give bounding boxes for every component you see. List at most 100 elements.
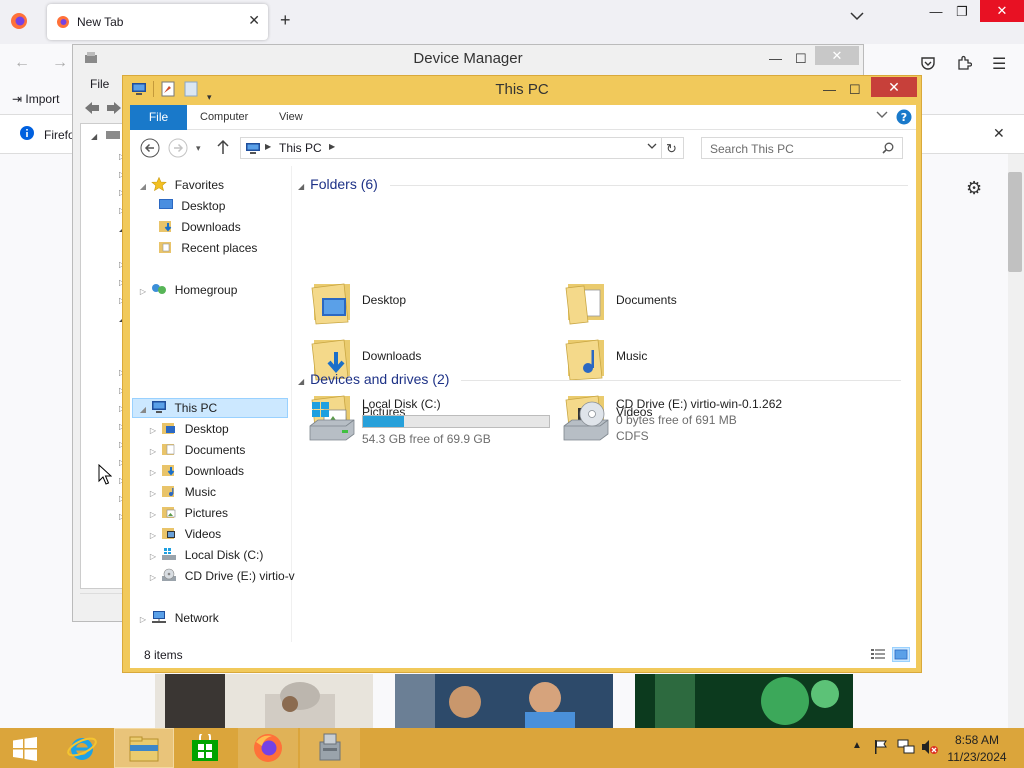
settings-gear-icon[interactable]: ⚙ bbox=[966, 178, 982, 199]
nav-this-pc-local-disk[interactable]: ▷ Local Disk (C:) bbox=[148, 545, 263, 566]
forward-arrow-icon[interactable]: → bbox=[52, 54, 68, 72]
taskbar-firefox[interactable] bbox=[238, 728, 298, 768]
extensions-puzzle-icon[interactable] bbox=[956, 55, 972, 71]
expand-icon[interactable]: ▷ bbox=[148, 525, 158, 546]
dm-close-icon[interactable]: ✕ bbox=[815, 46, 859, 65]
tree-expander[interactable]: ◢ bbox=[91, 132, 97, 141]
new-folder-icon[interactable] bbox=[183, 81, 199, 97]
dm-back-icon[interactable] bbox=[83, 101, 101, 115]
details-view-icon[interactable] bbox=[870, 648, 886, 661]
help-icon[interactable]: ? bbox=[896, 109, 912, 125]
taskbar-internet-explorer[interactable] bbox=[52, 728, 112, 768]
nav-homegroup[interactable]: ▷ Homegroup bbox=[138, 280, 237, 301]
refresh-button[interactable]: ↻ bbox=[662, 137, 684, 159]
ribbon-tab-computer[interactable]: Computer bbox=[200, 111, 248, 123]
back-arrow-icon[interactable]: ← bbox=[14, 54, 30, 72]
breadcrumb-separator-icon[interactable]: ▶ bbox=[265, 142, 271, 151]
expand-icon[interactable]: ▷ bbox=[148, 546, 158, 567]
explorer-close-icon[interactable]: ✕ bbox=[871, 77, 917, 97]
scrollbar-thumb[interactable] bbox=[1008, 172, 1022, 272]
tab-new-tab[interactable]: New Tab ✕ bbox=[47, 4, 268, 40]
dm-maximize-icon[interactable]: ☐ bbox=[795, 45, 807, 73]
story-thumbnail[interactable] bbox=[635, 674, 853, 728]
devices-section-header[interactable]: ◢ Devices and drives (2) bbox=[298, 371, 908, 387]
navigation-pane[interactable]: ◢ Favorites Desktop Downloads Recent pla… bbox=[130, 166, 295, 642]
tab-close-icon[interactable]: ✕ bbox=[248, 12, 260, 29]
drive-tile-local-disk[interactable]: Local Disk (C:) 54.3 GB free of 69.9 GB bbox=[308, 396, 558, 446]
nav-this-pc-music[interactable]: ▷ Music bbox=[148, 482, 216, 503]
up-arrow-icon[interactable] bbox=[216, 139, 230, 155]
taskbar-device-manager[interactable] bbox=[300, 728, 360, 768]
folder-tile-documents[interactable]: Documents bbox=[562, 276, 802, 326]
properties-icon[interactable] bbox=[161, 81, 175, 97]
nav-back-icon[interactable] bbox=[140, 138, 160, 158]
collapse-icon[interactable]: ◢ bbox=[298, 377, 304, 386]
firefox-view-icon[interactable] bbox=[8, 10, 30, 32]
nav-this-pc-pictures[interactable]: ▷ Pictures bbox=[148, 503, 228, 524]
nav-favorites[interactable]: ◢ Favorites bbox=[138, 175, 224, 196]
nav-this-pc-videos[interactable]: ▷ Videos bbox=[148, 524, 221, 545]
drive-tile-cd-drive[interactable]: CD Drive (E:) virtio-win-0.1.262 0 bytes… bbox=[562, 396, 862, 456]
explorer-minimize-icon[interactable]: — bbox=[823, 76, 836, 104]
expand-icon[interactable]: ▷ bbox=[138, 281, 148, 302]
nav-this-pc-desktop[interactable]: ▷ Desktop bbox=[148, 419, 229, 440]
device-manager-title-bar[interactable]: Device Manager — ☐ ✕ bbox=[73, 45, 863, 73]
notification-close-icon[interactable]: ✕ bbox=[993, 125, 1005, 142]
nav-favorites-recent-places[interactable]: Recent places bbox=[158, 238, 257, 259]
ribbon-expand-chevron-icon[interactable] bbox=[876, 111, 888, 119]
breadcrumb-this-pc[interactable]: This PC bbox=[279, 141, 322, 155]
dm-forward-icon[interactable] bbox=[105, 101, 123, 115]
folder-tile-desktop[interactable]: Desktop bbox=[308, 276, 548, 326]
network-status-icon[interactable] bbox=[897, 739, 915, 755]
window-close-icon[interactable]: ✕ bbox=[980, 0, 1024, 22]
dm-menu-file[interactable]: File bbox=[90, 77, 109, 91]
nav-network[interactable]: ▷ Network bbox=[138, 608, 219, 629]
taskbar-file-explorer[interactable] bbox=[114, 728, 174, 768]
expand-icon[interactable]: ▷ bbox=[148, 420, 158, 441]
search-input[interactable]: Search This PC bbox=[701, 137, 903, 159]
nav-favorites-desktop[interactable]: Desktop bbox=[158, 196, 225, 217]
expand-icon[interactable]: ▷ bbox=[138, 609, 148, 630]
expand-icon[interactable]: ▷ bbox=[148, 567, 158, 588]
nav-this-pc-documents[interactable]: ▷ Documents bbox=[148, 440, 245, 461]
action-center-flag-icon[interactable] bbox=[873, 739, 889, 755]
taskbar-clock-time[interactable]: 8:58 AM bbox=[942, 733, 1012, 747]
story-thumbnail[interactable] bbox=[395, 674, 613, 728]
nav-forward-icon[interactable] bbox=[168, 138, 188, 158]
collapse-icon[interactable]: ◢ bbox=[138, 399, 148, 420]
collapse-icon[interactable]: ◢ bbox=[138, 176, 148, 197]
ribbon-tab-view[interactable]: View bbox=[279, 111, 303, 123]
recent-locations-chevron-icon[interactable]: ▾ bbox=[196, 143, 201, 154]
story-thumbnail[interactable] bbox=[155, 674, 373, 728]
expand-icon[interactable]: ▷ bbox=[148, 441, 158, 462]
collapse-icon[interactable]: ◢ bbox=[298, 182, 304, 191]
hamburger-menu-icon[interactable]: ☰ bbox=[992, 54, 1006, 74]
expand-icon[interactable]: ▷ bbox=[148, 462, 158, 483]
window-restore-icon[interactable]: ❐ bbox=[947, 4, 977, 20]
address-history-chevron-icon[interactable] bbox=[647, 143, 657, 150]
explorer-title-bar[interactable]: ▾ This PC — ☐ ✕ bbox=[123, 76, 921, 104]
taskbar-store[interactable] bbox=[176, 728, 236, 768]
nav-this-pc[interactable]: ◢ This PC bbox=[138, 398, 217, 419]
taskbar-clock-date[interactable]: 11/23/2024 bbox=[942, 750, 1012, 764]
pocket-icon[interactable] bbox=[920, 55, 936, 71]
speaker-muted-icon[interactable] bbox=[921, 739, 939, 755]
new-tab-plus-icon[interactable]: + bbox=[280, 10, 291, 31]
nav-this-pc-cd-drive[interactable]: ▷ CD Drive (E:) virtio-v bbox=[148, 566, 295, 587]
expand-icon[interactable]: ▷ bbox=[148, 483, 158, 504]
folders-section-header[interactable]: ◢ Folders (6) bbox=[298, 176, 908, 192]
start-button[interactable] bbox=[0, 728, 50, 768]
search-icon[interactable] bbox=[882, 142, 894, 154]
list-all-tabs-chevron-icon[interactable] bbox=[850, 12, 864, 21]
import-bookmarks-button[interactable]: ⇥ Import bbox=[12, 92, 59, 106]
nav-this-pc-downloads[interactable]: ▷ Downloads bbox=[148, 461, 244, 482]
address-box[interactable]: ▶ This PC ▶ bbox=[240, 137, 662, 159]
breadcrumb-separator-icon[interactable]: ▶ bbox=[329, 142, 335, 151]
show-hidden-icons-chevron-icon[interactable]: ▲ bbox=[852, 740, 862, 751]
ribbon-tab-file[interactable]: File bbox=[130, 105, 187, 130]
large-icons-view-icon[interactable] bbox=[892, 647, 910, 662]
dm-minimize-icon[interactable]: — bbox=[769, 45, 782, 73]
nav-favorites-downloads[interactable]: Downloads bbox=[158, 217, 241, 238]
explorer-maximize-icon[interactable]: ☐ bbox=[849, 76, 861, 104]
expand-icon[interactable]: ▷ bbox=[148, 504, 158, 525]
